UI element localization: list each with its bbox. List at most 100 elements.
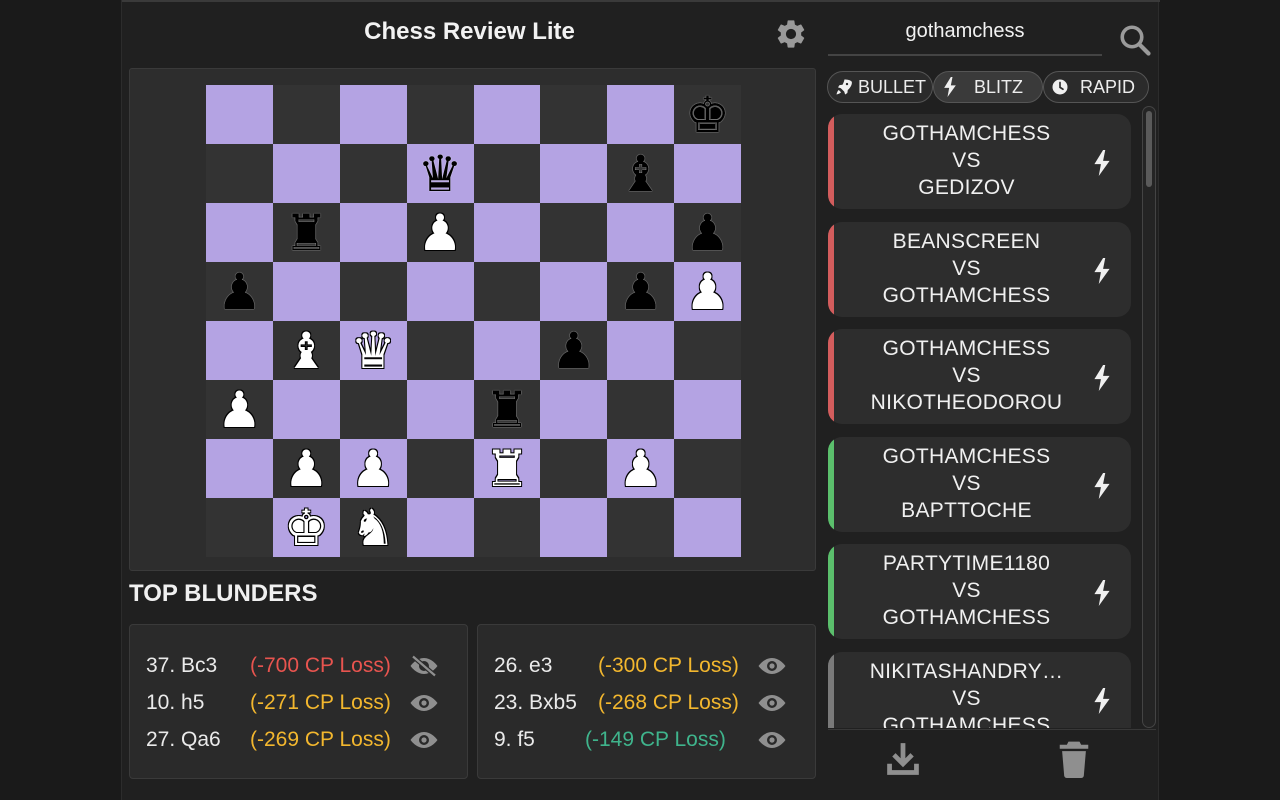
game-card[interactable]: NIKITASHANDRY… VS GOTHAMCHESS (828, 651, 1131, 728)
board-square[interactable]: ♟ (540, 321, 608, 380)
board-square[interactable] (339, 380, 407, 439)
board-square[interactable]: ♝ (607, 144, 675, 203)
board-square[interactable] (272, 380, 340, 439)
game-card[interactable]: GOTHAMCHESS VS NIKOTHEODOROU (828, 329, 1131, 424)
board-square[interactable]: ♟ (206, 380, 273, 439)
game-card[interactable]: PARTYTIME1180 VS GOTHAMCHESS (828, 544, 1131, 639)
game-card[interactable]: GOTHAMCHESS VS BAPTTOCHE (828, 436, 1131, 532)
board-square[interactable] (406, 85, 474, 144)
board-square[interactable] (607, 380, 675, 439)
board-square[interactable] (473, 85, 541, 144)
board-square[interactable] (272, 85, 340, 144)
board-square[interactable] (473, 144, 541, 203)
board-square[interactable] (540, 380, 608, 439)
board-square[interactable] (473, 321, 541, 380)
board-square[interactable] (272, 144, 340, 203)
board-square[interactable] (540, 262, 608, 321)
board-square[interactable] (473, 498, 541, 557)
settings-button[interactable] (773, 16, 809, 52)
board-square[interactable] (406, 321, 474, 380)
board-square[interactable] (206, 498, 273, 557)
blunder-move[interactable]: 26. e3 (494, 654, 552, 678)
games-scrollbar[interactable] (1142, 106, 1156, 728)
board-square[interactable]: ♚ (674, 85, 741, 144)
board-square[interactable] (339, 144, 407, 203)
board-square[interactable] (406, 380, 474, 439)
search-input[interactable] (828, 12, 1102, 50)
games-list[interactable]: GOTHAMCHESS VS GEDIZOV BEANSCREEN VS GOTHAMCH… (828, 106, 1150, 728)
board-square[interactable]: ♟ (406, 203, 474, 262)
eye-icon[interactable] (757, 653, 787, 679)
board-square[interactable] (339, 262, 407, 321)
board-square[interactable] (540, 85, 608, 144)
board-square[interactable] (674, 380, 741, 439)
game-card[interactable]: GOTHAMCHESS VS GEDIZOV (828, 114, 1131, 209)
board-square[interactable]: ♟ (206, 262, 273, 321)
mode-bullet-button[interactable]: BULLET (827, 71, 933, 103)
black-pawn-piece[interactable]: ♟ (685, 208, 730, 258)
white-rook-piece[interactable]: ♜ (485, 444, 530, 494)
board-square[interactable] (473, 262, 541, 321)
board-square[interactable] (674, 321, 741, 380)
black-pawn-piece[interactable]: ♟ (618, 267, 663, 317)
board-square[interactable] (206, 85, 273, 144)
black-pawn-piece[interactable]: ♟ (551, 326, 596, 376)
eye-icon[interactable] (409, 727, 439, 753)
board-square[interactable]: ♜ (473, 439, 541, 498)
white-bishop-piece[interactable]: ♝ (284, 326, 329, 376)
blunder-move[interactable]: 23. Bxb5 (494, 691, 577, 715)
eye-slash-icon[interactable] (409, 653, 439, 679)
eye-icon[interactable] (409, 690, 439, 716)
board-square[interactable] (406, 498, 474, 557)
board-square[interactable] (206, 203, 273, 262)
delete-button[interactable] (1054, 738, 1094, 780)
black-bishop-piece[interactable]: ♝ (618, 149, 663, 199)
board-square[interactable] (674, 144, 741, 203)
board-square[interactable]: ♛ (339, 321, 407, 380)
mode-rapid-button[interactable]: RAPID (1043, 71, 1149, 103)
board-square[interactable]: ♜ (272, 203, 340, 262)
eye-icon[interactable] (757, 727, 787, 753)
board-square[interactable]: ♟ (674, 203, 741, 262)
board-square[interactable]: ♝ (272, 321, 340, 380)
black-king-piece[interactable]: ♚ (685, 90, 730, 140)
search-button[interactable] (1115, 20, 1155, 60)
board-square[interactable] (406, 439, 474, 498)
board-square[interactable] (607, 498, 675, 557)
board-square[interactable] (607, 321, 675, 380)
board-square[interactable] (339, 85, 407, 144)
board-square[interactable]: ♟ (339, 439, 407, 498)
board-square[interactable] (674, 498, 741, 557)
download-button[interactable] (882, 738, 924, 780)
mode-blitz-button[interactable]: BLITZ (933, 71, 1043, 103)
board-square[interactable] (206, 144, 273, 203)
white-pawn-piece[interactable]: ♟ (685, 267, 730, 317)
white-pawn-piece[interactable]: ♟ (618, 444, 663, 494)
board-square[interactable]: ♟ (674, 262, 741, 321)
board-square[interactable] (540, 498, 608, 557)
white-king-piece[interactable]: ♚ (284, 503, 329, 553)
black-queen-piece[interactable]: ♛ (418, 149, 463, 199)
blunder-move[interactable]: 27. Qa6 (146, 728, 221, 752)
board-square[interactable]: ♟ (607, 262, 675, 321)
board-square[interactable] (272, 262, 340, 321)
board-square[interactable]: ♟ (272, 439, 340, 498)
board-square[interactable] (607, 203, 675, 262)
scrollbar-thumb[interactable] (1146, 111, 1152, 187)
blunder-move[interactable]: 37. Bc3 (146, 654, 217, 678)
board-square[interactable]: ♛ (406, 144, 474, 203)
black-rook-piece[interactable]: ♜ (284, 208, 329, 258)
white-pawn-piece[interactable]: ♟ (351, 444, 396, 494)
board-square[interactable]: ♚ (272, 498, 340, 557)
black-pawn-piece[interactable]: ♟ (217, 267, 262, 317)
board-square[interactable] (540, 439, 608, 498)
white-queen-piece[interactable]: ♛ (351, 326, 396, 376)
board-square[interactable]: ♞ (339, 498, 407, 557)
board-square[interactable] (674, 439, 741, 498)
blunder-move[interactable]: 9. f5 (494, 728, 535, 752)
board-square[interactable] (540, 144, 608, 203)
board-square[interactable]: ♟ (607, 439, 675, 498)
white-pawn-piece[interactable]: ♟ (217, 385, 262, 435)
white-pawn-piece[interactable]: ♟ (418, 208, 463, 258)
board-square[interactable]: ♜ (473, 380, 541, 439)
